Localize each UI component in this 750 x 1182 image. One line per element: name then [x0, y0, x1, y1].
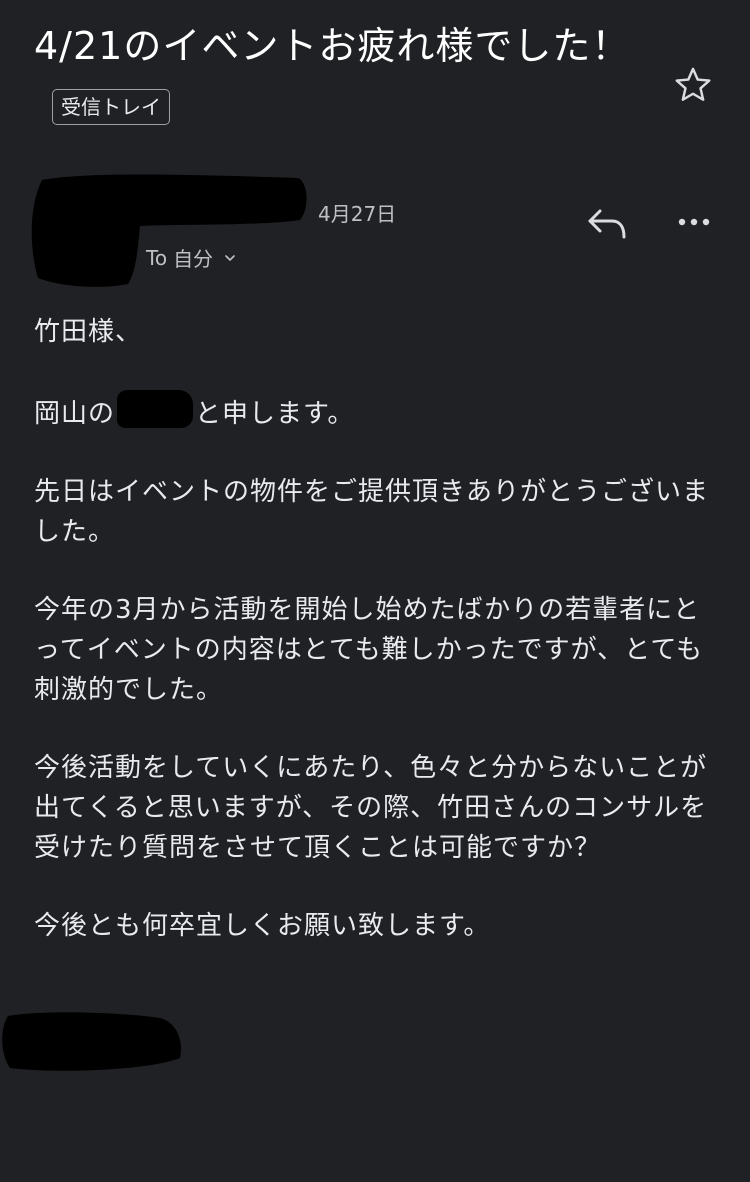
star-icon[interactable] [672, 64, 714, 106]
more-horizontal-icon[interactable] [674, 208, 714, 236]
body-paragraph-thanks: 先日はイベントの物件をご提供頂きありがとうございました。 [34, 477, 710, 547]
subject-text: 4/21のイベントお疲れ様でした！ [34, 24, 631, 68]
chevron-down-icon[interactable] [223, 251, 237, 265]
recipient-line[interactable]: To 自分 [146, 243, 237, 272]
signature-redaction [2, 1012, 182, 1071]
body-paragraph-request: 今後活動をしていくにあたり、色々と分からないことが出てくると思いますが、その際、… [34, 753, 708, 863]
email-subject: 4/21のイベントお疲れ様でした！ 受信トレイ [34, 14, 634, 142]
to-label: To [146, 245, 168, 270]
reply-icon[interactable] [584, 203, 628, 241]
to-value: 自分 [173, 247, 214, 271]
email-date: 4月27日 [318, 202, 397, 226]
greeting: 竹田様、 [34, 317, 143, 347]
intro-line: 岡山の と申します。 [34, 390, 724, 434]
closing: 今後とも何卒宜しくお願い致します。 [34, 911, 491, 941]
body-paragraph-impression: 今年の3月から活動を開始し始めたばかりの若輩者にとってイベントの内容はとても難し… [34, 595, 704, 705]
name-redaction [117, 390, 194, 428]
email-body: 竹田様、 岡山の と申します。 先日はイベントの物件をご提供頂きありがとうございま… [34, 312, 724, 984]
inbox-label-chip[interactable]: 受信トレイ [52, 88, 170, 125]
intro-prefix: 岡山の [34, 399, 116, 429]
intro-suffix: と申します。 [195, 399, 355, 429]
